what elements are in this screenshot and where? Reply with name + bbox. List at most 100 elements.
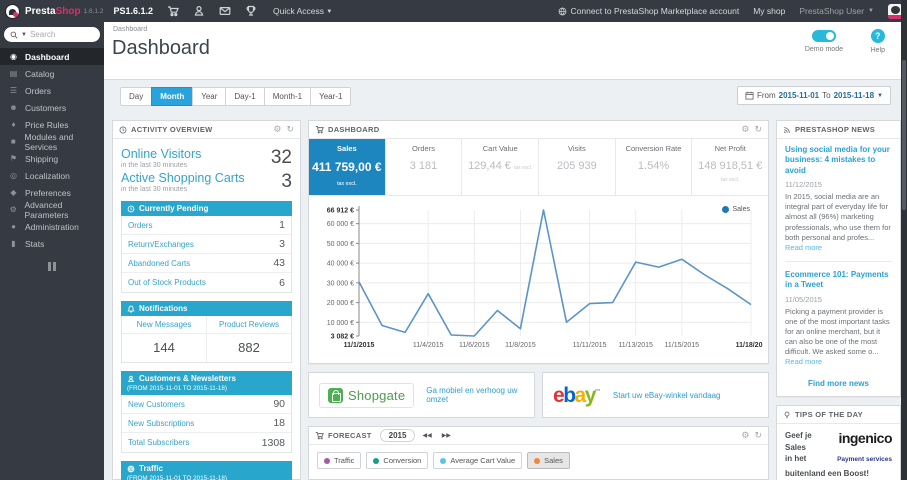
forecast-toggle-sales[interactable]: Sales [527, 452, 570, 469]
sidebar-item-customers[interactable]: ☻ Customers [0, 99, 104, 116]
sidebar-item-stats[interactable]: ▮ Stats [0, 235, 104, 252]
kpi-tab-conversion-rate[interactable]: Conversion Rate 1.54% [616, 139, 693, 195]
user-menu[interactable]: PrestaShop User ▼ [799, 6, 874, 16]
panel-refresh-icon[interactable]: ↻ [754, 431, 762, 440]
trophy-icon[interactable] [245, 5, 257, 17]
out-of-stock-link[interactable]: Out of Stock Products [128, 278, 206, 287]
search-icon [10, 31, 18, 39]
sidebar-item-modules[interactable]: ■ Modules and Services [0, 132, 104, 152]
kpi-tab-cart-value[interactable]: Cart Value 129,44 € tax excl. [462, 139, 540, 195]
activity-overview-panel: ACTIVITY OVERVIEW ⚙ ↻ Online Visitors in … [112, 120, 301, 480]
sidebar-item-localization[interactable]: ◎ Localization [0, 167, 104, 184]
panel-settings-icon[interactable]: ⚙ [741, 125, 749, 134]
cart-icon[interactable] [167, 5, 179, 17]
read-more-link[interactable]: Read more [785, 243, 822, 252]
sidebar-item-price-rules[interactable]: ♦ Price Rules [0, 116, 104, 133]
page-scrollbar[interactable] [901, 0, 907, 480]
user-icon[interactable] [193, 5, 205, 17]
sidebar-item-dashboard[interactable]: ◉ Dashboard [0, 48, 104, 65]
new-customers-link[interactable]: New Customers [128, 400, 185, 409]
svg-text:40 000 €: 40 000 € [327, 261, 354, 268]
demo-mode-toggle[interactable] [811, 30, 836, 42]
price-rules-icon: ♦ [11, 120, 16, 129]
next-year-button[interactable]: ▶▶ [439, 430, 454, 441]
forecast-panel: FORECAST 2015 ◀◀ ▶▶ ⚙ ↻ Traffic Conversio… [308, 426, 769, 480]
forecast-toggle-traffic[interactable]: Traffic [317, 452, 362, 469]
previous-year-button[interactable]: ◀◀ [419, 430, 434, 441]
traffic-header: Traffic (FROM 2015-11-01 TO 2015-11-18) [121, 461, 292, 480]
find-more-news-link[interactable]: Find more news [785, 379, 892, 388]
active-carts-link[interactable]: Active Shopping Carts [121, 171, 245, 185]
scrollbar-thumb[interactable] [902, 60, 906, 210]
range-button-day[interactable]: Day [120, 87, 153, 106]
ebay-link[interactable]: Start uw eBay-winkel vandaag [613, 391, 721, 400]
pending-row-returns: Return/Exchanges 3 [122, 235, 291, 254]
read-more-link[interactable]: Read more [785, 357, 822, 366]
page-title: Dashboard [112, 37, 210, 59]
sidebar-item-orders[interactable]: ☰ Orders [0, 82, 104, 99]
svg-text:50 000 €: 50 000 € [327, 241, 354, 248]
range-button-year-1[interactable]: Year-1 [310, 87, 352, 106]
messages-icon[interactable] [219, 5, 231, 17]
orders-link[interactable]: Orders [128, 221, 152, 230]
sidebar-search[interactable]: ▼ [4, 27, 100, 42]
quick-access-menu[interactable]: Quick Access ▼ [273, 6, 332, 16]
news-article-title[interactable]: Using social media for your business: 4 … [785, 145, 892, 176]
collapse-menu-button[interactable] [46, 262, 58, 272]
search-scope-caret[interactable]: ▼ [21, 32, 27, 38]
clock-icon [119, 126, 127, 134]
sidebar-item-catalog[interactable]: ▤ Catalog [0, 65, 104, 82]
shopgate-promo-card: Shopgate Ga mobiel en verhoog uw omzet [308, 372, 535, 418]
returns-link[interactable]: Return/Exchanges [128, 240, 194, 249]
range-button-day-1[interactable]: Day-1 [225, 87, 265, 106]
sidebar-item-shipping[interactable]: ⚑ Shipping [0, 150, 104, 167]
range-button-month[interactable]: Month [151, 87, 194, 106]
range-button-year[interactable]: Year [192, 87, 227, 106]
pending-row-out-of-stock: Out of Stock Products 6 [128, 276, 285, 289]
product-reviews-link[interactable]: Product Reviews [207, 316, 291, 334]
sidebar-item-administration[interactable]: ● Administration [0, 218, 104, 235]
kpi-tab-visits[interactable]: Visits 205 939 [539, 139, 616, 195]
new-messages-link[interactable]: New Messages [122, 316, 206, 334]
customers-row-subscriptions: New Subscriptions 18 [122, 414, 291, 433]
kpi-tab-net-profit[interactable]: Net Profit 148 918,51 € tax excl. [692, 139, 768, 195]
page-header: Dashboard Dashboard Demo mode ? Help [104, 22, 901, 80]
pending-row-abandoned-carts: Abandoned Carts 43 [122, 254, 291, 273]
abandoned-carts-link[interactable]: Abandoned Carts [128, 259, 190, 268]
kpi-tab-sales[interactable]: Sales 411 759,00 € tax excl. [309, 139, 386, 195]
shopgate-link[interactable]: Ga mobiel en verhoog uw omzet [426, 386, 524, 404]
kpi-tab-orders[interactable]: Orders 3 181 [386, 139, 463, 195]
panel-refresh-icon[interactable]: ↻ [754, 125, 762, 134]
sidebar-item-preferences[interactable]: ◆ Preferences [0, 184, 104, 201]
total-subscribers-link[interactable]: Total Subscribers [128, 438, 189, 447]
marketplace-link[interactable]: Connect to PrestaShop Marketplace accoun… [558, 6, 739, 16]
online-visitors-link[interactable]: Online Visitors [121, 147, 201, 161]
shopgate-bag-icon [328, 387, 343, 403]
date-range-picker[interactable]: From 2015-11-01 To 2015-11-18 ▼ [736, 86, 891, 105]
my-shop-link[interactable]: My shop [753, 6, 785, 16]
globe-icon [127, 465, 135, 472]
chart-legend[interactable]: Sales [722, 206, 750, 213]
sidebar-item-advanced-parameters[interactable]: ⚙ Advanced Parameters [0, 200, 104, 220]
help-icon[interactable]: ? [870, 29, 885, 43]
dashboard-panel: DASHBOARD ⚙ ↻ Sales 411 759,00 € tax excl… [308, 120, 769, 364]
version-label: PS1.6.1.2 [113, 6, 153, 16]
prestashop-admin-dashboard: PrestaShop 1.6.1.2 PS1.6.1.2 Quick Acces… [0, 0, 907, 480]
new-subscriptions-link[interactable]: New Subscriptions [128, 419, 194, 428]
news-article-title[interactable]: Ecommerce 101: Payments in a Tweet [785, 270, 892, 291]
range-button-month-1[interactable]: Month-1 [263, 87, 312, 106]
help-label: Help [870, 47, 885, 54]
sales-chart: 66 912 € 60 000 € 50 000 € 40 000 € 30 000 €… [309, 196, 768, 373]
svg-text:10 000 €: 10 000 € [327, 320, 354, 327]
pending-clock-icon [127, 205, 135, 212]
forecast-toggle-conversion[interactable]: Conversion [366, 452, 429, 469]
forecast-toggle-average-cart-value[interactable]: Average Cart Value [433, 452, 523, 469]
panel-settings-icon[interactable]: ⚙ [273, 125, 281, 134]
svg-text:11/6/2015: 11/6/2015 [459, 342, 490, 349]
panel-settings-icon[interactable]: ⚙ [741, 431, 749, 440]
sidebar-nav: ▼ ◉Dashboard ▤Catalog ☰Orders ☻Customers… [0, 22, 104, 480]
panel-refresh-icon[interactable]: ↻ [286, 125, 294, 134]
search-input[interactable] [29, 30, 88, 39]
shopgate-logo: Shopgate [319, 382, 415, 408]
active-carts-value: 3 [281, 171, 292, 192]
